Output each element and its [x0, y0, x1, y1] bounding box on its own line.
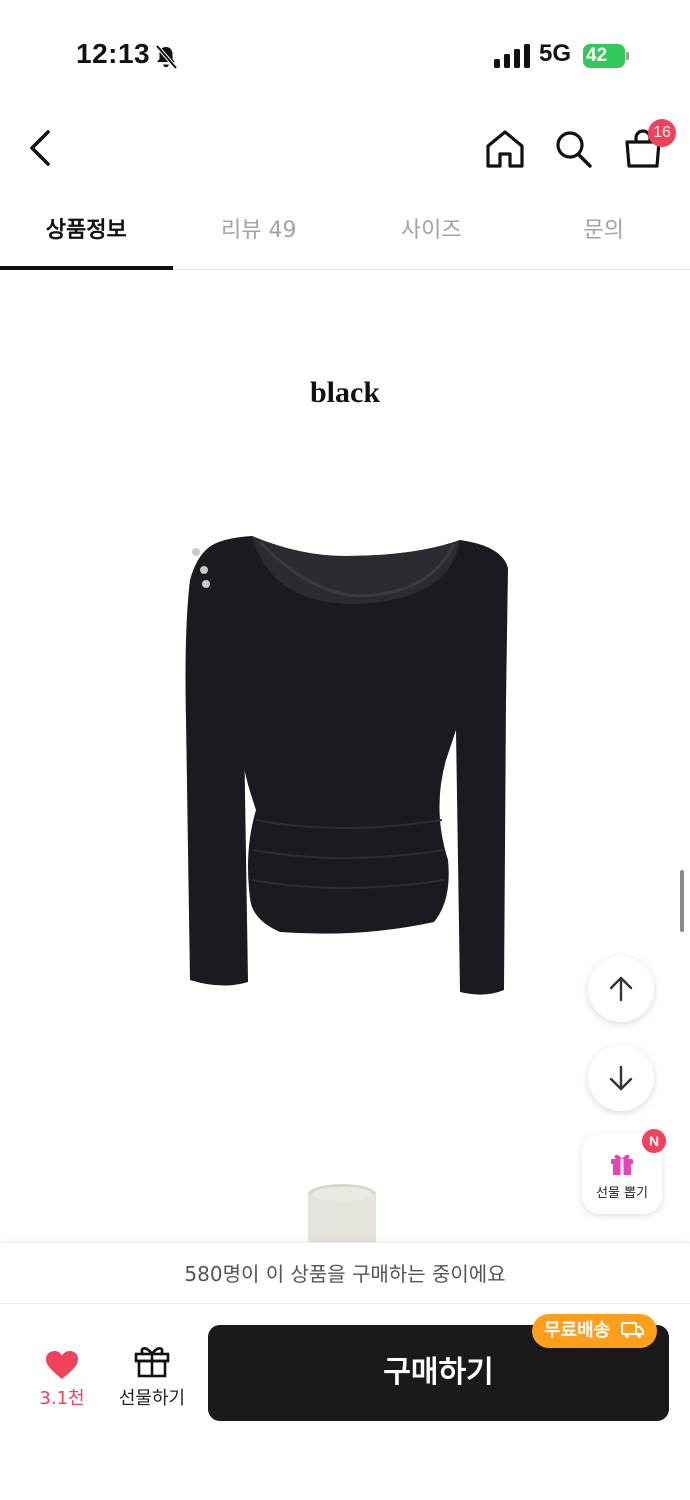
truck-icon [620, 1321, 644, 1338]
scroll-down-button[interactable] [588, 1045, 654, 1111]
heart-icon [46, 1351, 78, 1379]
free-shipping-badge: 무료배송 [532, 1314, 657, 1348]
color-title: black [309, 376, 381, 409]
black-top-product-image [185, 536, 508, 995]
battery-level: 42 [586, 45, 608, 66]
candle-jar-image [308, 1184, 376, 1250]
tab-size[interactable]: 사이즈 [345, 192, 518, 269]
network-type: 5G [539, 40, 572, 67]
scrollbar[interactable] [680, 870, 684, 932]
status-time: 12:13 [76, 38, 151, 69]
tab-reviews[interactable]: 리뷰 49 [173, 192, 346, 269]
bottom-action-bar: 3.1천 선물하기 구매하기 무료배송 [0, 1304, 690, 1500]
top-navigation [0, 110, 690, 190]
battery-icon: 42 [583, 44, 629, 68]
arrow-up-icon [609, 976, 633, 1002]
scroll-up-button[interactable] [588, 956, 654, 1022]
free-shipping-label: 무료배송 [544, 1320, 611, 1341]
cellular-signal-icon [494, 44, 530, 68]
tab-inquiry[interactable]: 문의 [518, 192, 690, 269]
product-tabs: 상품정보 리뷰 49 사이즈 문의 [0, 192, 690, 270]
cart-count-badge: 16 [648, 119, 676, 147]
status-bar: 12:13 5G 42 [0, 0, 690, 110]
new-badge: N [642, 1129, 666, 1153]
gift-label: 선물하기 [118, 1388, 186, 1409]
home-icon[interactable] [484, 128, 526, 170]
arrow-down-icon [609, 1065, 633, 1091]
gift-outline-icon [134, 1347, 170, 1378]
search-icon[interactable] [553, 128, 593, 170]
bell-off-icon [155, 44, 178, 70]
gift-icon [611, 1154, 633, 1175]
gift-pick-label: 선물 뽑기 [596, 1186, 648, 1201]
gift-button[interactable]: 선물하기 [110, 1340, 194, 1412]
back-arrow-icon[interactable] [22, 126, 62, 170]
like-count: 3.1천 [39, 1388, 85, 1409]
like-button[interactable]: 3.1천 [30, 1342, 94, 1412]
purchase-activity-note: 580명이 이 상품을 구매하는 중이에요 [0, 1242, 690, 1304]
tab-product-info[interactable]: 상품정보 [0, 192, 173, 270]
